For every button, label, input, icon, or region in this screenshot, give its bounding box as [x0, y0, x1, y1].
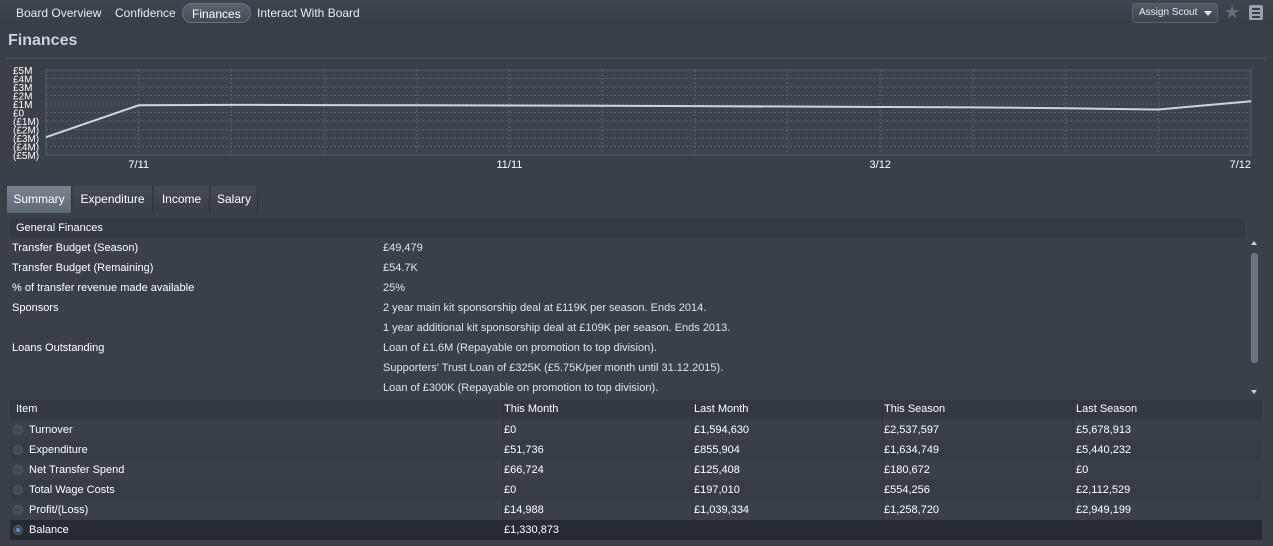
cell-this-season: £2,537,597: [884, 424, 940, 436]
assign-scout-dropdown[interactable]: Assign Scout: [1132, 3, 1218, 23]
row-value: 25%: [383, 282, 406, 294]
cell-this-month: £0: [504, 424, 517, 436]
cell-item: Expenditure: [29, 444, 88, 456]
notes-icon[interactable]: [1249, 5, 1263, 20]
cell-this-season: £554,256: [884, 484, 930, 496]
cell-item: Net Transfer Spend: [29, 464, 125, 476]
tab-confidence[interactable]: Confidence: [106, 3, 185, 23]
table-row[interactable]: Expenditure £51,736 £855,904 £1,634,749 £5,4…: [10, 440, 1262, 460]
general-finances-header: General Finances: [10, 219, 1245, 238]
general-finances-row: Transfer Budget (Season) £49,479: [8, 238, 1246, 258]
cell-last-month: £1,594,630: [694, 424, 750, 436]
cell-last-month: £1,039,334: [694, 504, 750, 516]
divider: [6, 58, 1267, 59]
cell-this-month: £66,724: [504, 464, 544, 476]
chart-x-tick-labels: 7/11 11/11 3/12 7/12: [128, 159, 1251, 171]
scroll-up-icon[interactable]: [1251, 241, 1257, 245]
row-value: Supporters' Trust Loan of £325K (£5.75K/…: [383, 362, 724, 374]
row-selector-icon[interactable]: [13, 425, 23, 435]
cell-last-season: £5,440,232: [1076, 444, 1132, 456]
cell-this-month: £51,736: [504, 444, 544, 456]
row-selector-icon[interactable]: [13, 505, 23, 515]
balance-value: £1,330,873: [504, 524, 560, 536]
row-value: £49,479: [383, 242, 423, 254]
row-value: £54.7K: [383, 262, 418, 274]
cell-last-month: £197,010: [694, 484, 740, 496]
chart-y-tick-labels: £5M£4M£3M£2M£1M£0(£1M)(£2M)(£3M)(£4M)(£5…: [13, 66, 39, 162]
finance-table-header: Item This Month Last Month This Season L…: [10, 400, 1262, 419]
x-tick-label: 11/11: [497, 159, 523, 171]
row-value: Loan of £1.6M (Repayable on promotion to…: [383, 342, 657, 354]
general-finances-row: % of transfer revenue made available 25%: [8, 278, 1246, 298]
row-selector-icon[interactable]: [13, 485, 23, 495]
cell-this-month: £14,988: [504, 504, 544, 516]
cell-last-month: £855,904: [694, 444, 740, 456]
general-finances-row: Loans Outstanding Loan of £1.6M (Repayabl…: [8, 338, 1246, 358]
balance-chart: £5M£4M£3M£2M£1M£0(£1M)(£2M)(£3M)(£4M)(£5…: [13, 66, 1252, 171]
column-header-last-season[interactable]: Last Season: [1076, 400, 1137, 419]
cell-last-season: £0: [1076, 464, 1089, 476]
y-tick-label: (£5M): [13, 151, 39, 162]
star-icon[interactable]: ★: [1224, 3, 1242, 21]
tab-income[interactable]: Income: [154, 186, 210, 213]
chevron-down-icon: [1204, 11, 1212, 16]
row-selector-icon[interactable]: [13, 445, 23, 455]
row-label: % of transfer revenue made available: [12, 282, 195, 294]
tab-expenditure[interactable]: Expenditure: [73, 186, 153, 213]
x-tick-label: 3/12: [870, 159, 891, 171]
top-navigation: Board Overview Confidence Finances Inter…: [0, 0, 1273, 26]
scroll-down-icon[interactable]: [1251, 390, 1257, 394]
column-header-this-month[interactable]: This Month: [504, 400, 558, 419]
column-header-last-month[interactable]: Last Month: [694, 400, 748, 419]
table-row[interactable]: Total Wage Costs £0 £197,010 £554,256 £2,112…: [10, 480, 1262, 500]
page-title: Finances: [8, 32, 78, 49]
x-tick-label: 7/11: [128, 159, 149, 171]
row-selector-icon[interactable]: [13, 465, 23, 475]
general-finances-row: Transfer Budget (Remaining) £54.7K: [8, 258, 1246, 278]
tab-board-overview[interactable]: Board Overview: [7, 3, 110, 23]
cell-last-season: £2,949,199: [1076, 504, 1132, 516]
row-value: 1 year additional kit sponsorship deal a…: [383, 322, 731, 334]
cell-this-season: £180,672: [884, 464, 930, 476]
tab-salary[interactable]: Salary: [211, 186, 258, 213]
cell-this-season: £1,634,749: [884, 444, 940, 456]
chart-grid: [45, 69, 1252, 156]
cell-item: Total Wage Costs: [29, 484, 115, 496]
general-finances-row: Sponsors 2 year main kit sponsorship deal…: [8, 298, 1246, 318]
column-header-this-season[interactable]: This Season: [884, 400, 945, 419]
scroll-thumb[interactable]: [1251, 253, 1258, 363]
general-finances-row: Loan of £300K (Repayable on promotion to…: [8, 378, 1246, 398]
cell-this-season: £1,258,720: [884, 504, 940, 516]
cell-item: Turnover: [29, 424, 73, 436]
balance-row[interactable]: Balance £1,330,873: [10, 520, 1262, 540]
cell-last-season: £5,678,913: [1076, 424, 1132, 436]
cell-last-season: £2,112,529: [1076, 484, 1131, 496]
row-label: Transfer Budget (Season): [12, 242, 139, 254]
general-finances-scrollbar[interactable]: [1249, 239, 1260, 396]
x-tick-label: 7/12: [1230, 159, 1251, 171]
cell-item: Profit/(Loss): [29, 504, 89, 516]
cell-this-month: £0: [504, 484, 517, 496]
row-label: Sponsors: [12, 302, 59, 314]
table-row[interactable]: Net Transfer Spend £66,724 £125,408 £180,67…: [10, 460, 1262, 480]
row-label: Loans Outstanding: [12, 342, 105, 354]
row-value: Loan of £300K (Repayable on promotion to…: [383, 382, 659, 394]
balance-label: Balance: [29, 524, 69, 536]
row-value: 2 year main kit sponsorship deal at £119…: [383, 302, 707, 314]
tab-summary[interactable]: Summary: [7, 186, 72, 213]
table-row[interactable]: Profit/(Loss) £14,988 £1,039,334 £1,258,720…: [10, 500, 1262, 520]
row-selector-icon[interactable]: [13, 525, 23, 535]
tab-interact-with-board[interactable]: Interact With Board: [248, 3, 369, 23]
column-header-item[interactable]: Item: [16, 400, 37, 419]
table-row[interactable]: Turnover £0 £1,594,630 £2,537,597 £5,678,913: [10, 420, 1262, 440]
row-label: Transfer Budget (Remaining): [12, 262, 154, 274]
general-finances-row: 1 year additional kit sponsorship deal a…: [8, 318, 1246, 338]
cell-last-month: £125,408: [694, 464, 740, 476]
tab-finances[interactable]: Finances: [182, 3, 251, 23]
general-finances-row: Supporters' Trust Loan of £325K (£5.75K/…: [8, 358, 1246, 378]
assign-scout-label: Assign Scout: [1139, 7, 1198, 18]
